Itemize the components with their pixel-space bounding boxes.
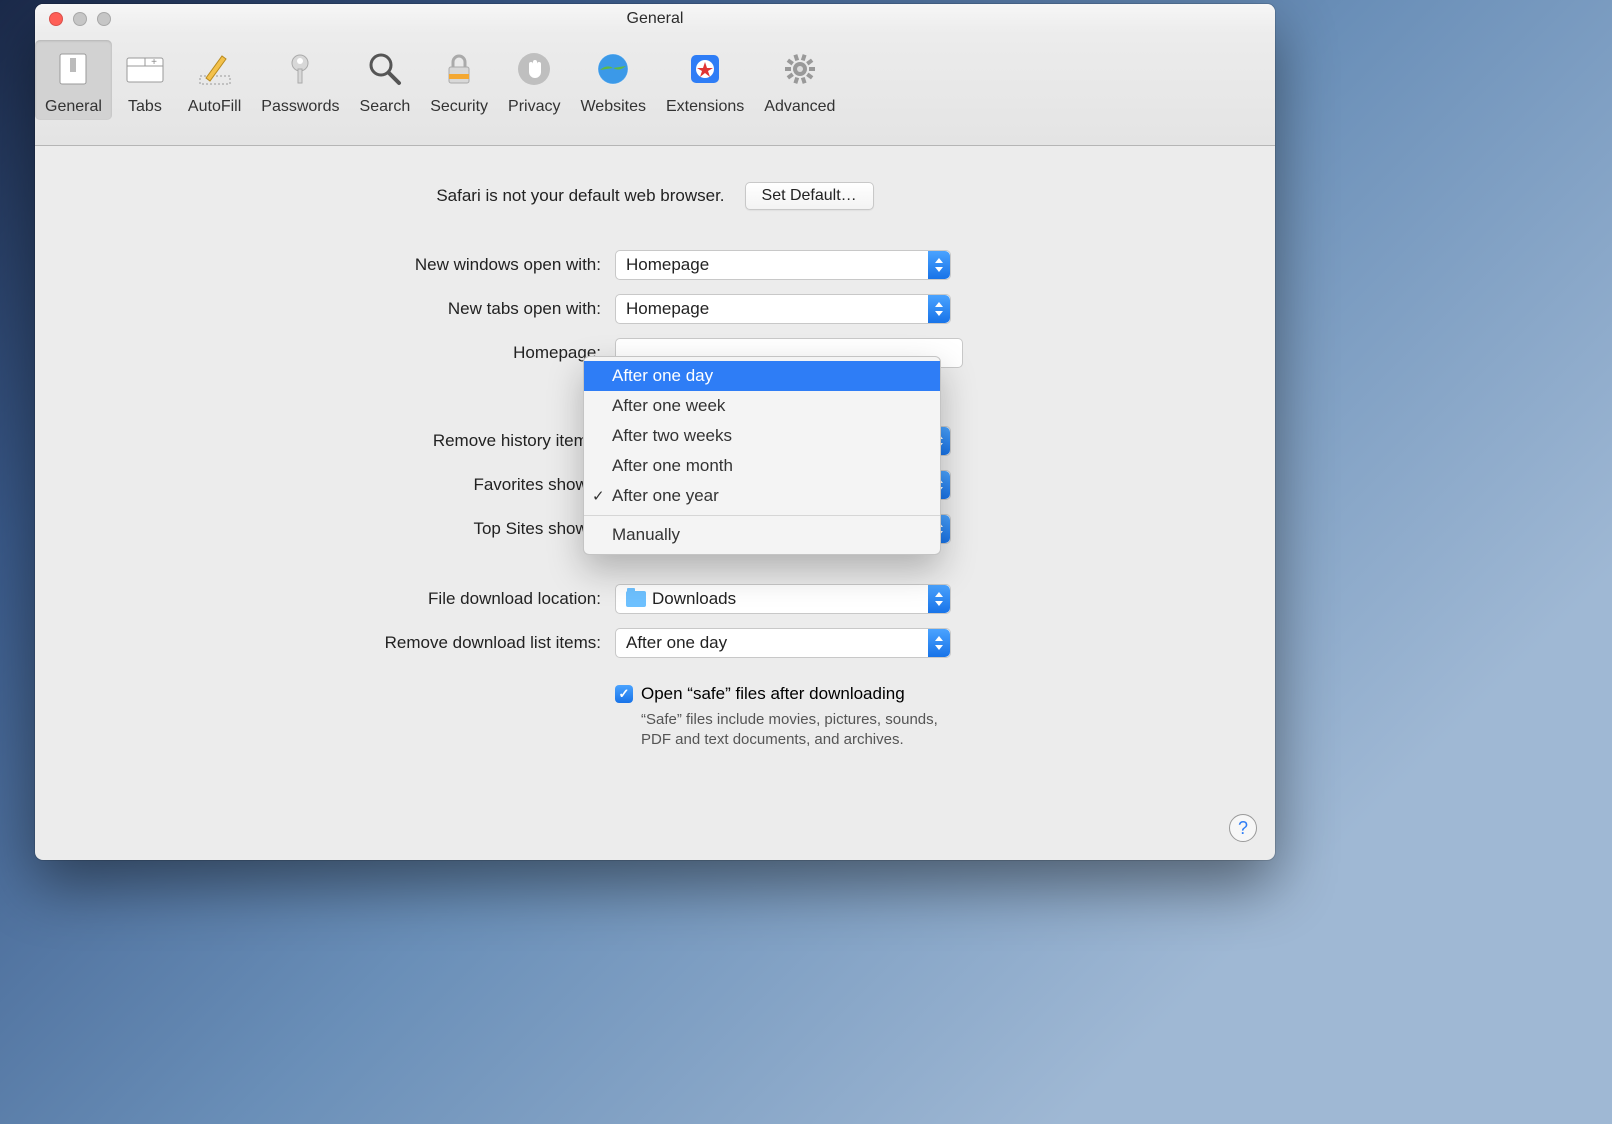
svg-text:+: + bbox=[151, 57, 157, 68]
titlebar: General bbox=[35, 4, 1275, 34]
new-windows-popup[interactable]: Homepage bbox=[615, 250, 951, 280]
window-title: General bbox=[35, 10, 1275, 28]
new-windows-label: New windows open with: bbox=[75, 255, 615, 275]
tab-autofill[interactable]: AutoFill bbox=[178, 40, 251, 120]
tab-label: AutoFill bbox=[188, 98, 241, 116]
tab-label: Search bbox=[360, 98, 411, 116]
tab-label: Websites bbox=[580, 98, 646, 116]
hand-icon bbox=[511, 46, 557, 92]
tab-label: Privacy bbox=[508, 98, 560, 116]
tab-label: Tabs bbox=[128, 98, 162, 116]
pencil-icon bbox=[192, 46, 238, 92]
tab-label: Security bbox=[430, 98, 488, 116]
preferences-toolbar: General + Tabs AutoFill Passwords Search Secur… bbox=[35, 34, 1275, 146]
menu-item[interactable]: After two weeks bbox=[584, 421, 940, 451]
chevron-updown-icon bbox=[928, 585, 950, 613]
minimize-button[interactable] bbox=[73, 12, 87, 26]
switch-icon bbox=[50, 46, 96, 92]
close-button[interactable] bbox=[49, 12, 63, 26]
menu-item[interactable]: After one week bbox=[584, 391, 940, 421]
tab-label: Extensions bbox=[666, 98, 744, 116]
padlock-icon bbox=[436, 46, 482, 92]
check-icon: ✓ bbox=[592, 487, 605, 505]
download-location-label: File download location: bbox=[75, 589, 615, 609]
homepage-label: Homepage: bbox=[75, 343, 615, 363]
tab-websites[interactable]: Websites bbox=[570, 40, 656, 120]
tab-passwords[interactable]: Passwords bbox=[251, 40, 349, 120]
gear-icon bbox=[777, 46, 823, 92]
tabs-icon: + bbox=[122, 46, 168, 92]
open-safe-note: “Safe” files include movies, pictures, s… bbox=[615, 710, 945, 751]
open-safe-checkbox[interactable]: ✓ bbox=[615, 685, 633, 703]
menu-item[interactable]: After one month bbox=[584, 451, 940, 481]
globe-icon bbox=[590, 46, 636, 92]
chevron-updown-icon bbox=[928, 251, 950, 279]
default-browser-message: Safari is not your default web browser. bbox=[436, 186, 724, 206]
tab-label: Passwords bbox=[261, 98, 339, 116]
tab-security[interactable]: Security bbox=[420, 40, 498, 120]
tab-extensions[interactable]: Extensions bbox=[656, 40, 754, 120]
tab-label: Advanced bbox=[764, 98, 835, 116]
download-location-popup[interactable]: Downloads bbox=[615, 584, 951, 614]
tab-tabs[interactable]: + Tabs bbox=[112, 40, 178, 120]
menu-item[interactable]: ✓After one year bbox=[584, 481, 940, 511]
favorites-label: Favorites shows: bbox=[75, 475, 615, 495]
help-button[interactable]: ? bbox=[1229, 814, 1257, 842]
magnifier-icon bbox=[362, 46, 408, 92]
menu-item[interactable]: Manually bbox=[584, 520, 940, 550]
general-pane: Safari is not your default web browser. … bbox=[35, 146, 1275, 795]
remove-history-menu: After one dayAfter one weekAfter two wee… bbox=[583, 356, 941, 555]
open-safe-label: Open “safe” files after downloading bbox=[641, 684, 905, 704]
chevron-updown-icon bbox=[928, 295, 950, 323]
key-icon bbox=[277, 46, 323, 92]
remove-download-popup[interactable]: After one day bbox=[615, 628, 951, 658]
set-default-button[interactable]: Set Default… bbox=[745, 182, 874, 210]
menu-item[interactable]: After one day bbox=[584, 361, 940, 391]
menu-separator bbox=[584, 515, 940, 516]
remove-download-label: Remove download list items: bbox=[75, 633, 615, 653]
window-controls bbox=[35, 12, 111, 26]
chevron-updown-icon bbox=[928, 629, 950, 657]
puzzle-icon bbox=[682, 46, 728, 92]
tab-advanced[interactable]: Advanced bbox=[754, 40, 845, 120]
preferences-window: General General + Tabs AutoFill Passwords Sea… bbox=[35, 4, 1275, 860]
new-tabs-popup[interactable]: Homepage bbox=[615, 294, 951, 324]
new-tabs-label: New tabs open with: bbox=[75, 299, 615, 319]
tab-search[interactable]: Search bbox=[350, 40, 421, 120]
tab-general[interactable]: General bbox=[35, 40, 112, 120]
tab-privacy[interactable]: Privacy bbox=[498, 40, 570, 120]
zoom-button[interactable] bbox=[97, 12, 111, 26]
tab-label: General bbox=[45, 98, 102, 116]
remove-history-label: Remove history items: bbox=[75, 431, 615, 451]
folder-icon bbox=[626, 591, 646, 607]
top-sites-label: Top Sites shows: bbox=[75, 519, 615, 539]
